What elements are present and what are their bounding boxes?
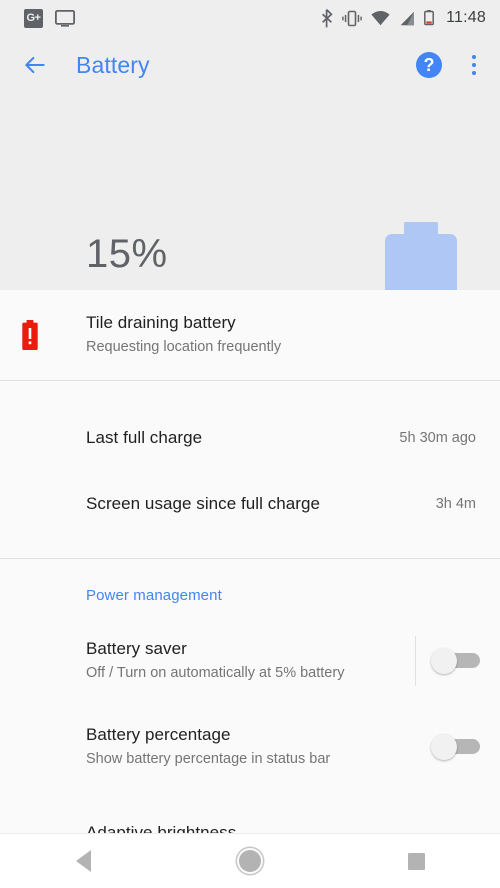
phone-screen: G+ 11:48 Battery ? 15% Tile draining bat…: [0, 0, 500, 888]
battery-alert-row[interactable]: Tile draining battery Requesting locatio…: [0, 290, 500, 380]
nav-back-icon[interactable]: [51, 841, 115, 881]
adaptive-brightness-row[interactable]: Adaptive brightness: [0, 790, 500, 834]
back-arrow-icon[interactable]: [22, 52, 48, 78]
navigation-bar: [0, 833, 500, 888]
status-bar-notification-icons: G+: [24, 8, 75, 28]
last-full-charge-value: 5h 30m ago: [399, 430, 476, 446]
last-full-charge-title: Last full charge: [86, 428, 203, 447]
battery-saver-title: Battery saver: [86, 638, 187, 658]
nav-home-icon[interactable]: [218, 841, 282, 881]
settings-list[interactable]: Tile draining battery Requesting locatio…: [0, 290, 500, 834]
battery-saver-row[interactable]: Battery saver Off / Turn on automaticall…: [0, 618, 500, 704]
divider: [0, 380, 500, 381]
cast-screen-icon: [55, 9, 75, 27]
battery-saver-toggle[interactable]: [430, 644, 482, 678]
screen-usage-text: Screen usage since full charge: [86, 494, 424, 514]
vibrate-icon: [342, 10, 362, 26]
app-bar: Battery ?: [0, 36, 500, 94]
screen-usage-row[interactable]: Screen usage since full charge 3h 4m: [0, 471, 500, 537]
cell-signal-icon: [400, 11, 415, 25]
help-icon[interactable]: ?: [416, 52, 442, 78]
vertical-divider: [415, 636, 416, 686]
app-bar-actions: ?: [416, 52, 484, 78]
wifi-icon: [371, 10, 390, 25]
battery-percentage-row[interactable]: Battery percentage Show battery percenta…: [0, 704, 500, 790]
battery-percentage-title: Battery percentage: [86, 724, 231, 744]
battery-percentage-toggle[interactable]: [430, 730, 482, 764]
battery-percent-text: 15%: [86, 232, 168, 276]
status-bar-clock: 11:48: [446, 9, 486, 26]
battery-alert-subtitle: Requesting location frequently: [86, 338, 282, 355]
status-bar: G+ 11:48: [0, 0, 500, 36]
last-full-charge-text: Last full charge: [86, 428, 387, 448]
battery-percentage-subtitle: Show battery percentage in status bar: [86, 750, 331, 767]
gplus-notification-icon: G+: [24, 8, 43, 28]
battery-alert-text: Tile draining battery Requesting locatio…: [86, 313, 476, 358]
nav-recents-icon[interactable]: [385, 841, 449, 881]
screen-usage-value: 3h 4m: [435, 496, 476, 512]
battery-alert-icon: [22, 320, 38, 350]
battery-summary-header: 15% About 54m left based on your usage: [0, 94, 500, 341]
battery-saver-text: Battery saver Off / Turn on automaticall…: [86, 639, 399, 684]
power-management-header: Power management: [86, 587, 222, 604]
page-title: Battery: [76, 51, 150, 78]
more-vert-icon[interactable]: [464, 52, 484, 78]
battery-saver-subtitle: Off / Turn on automatically at 5% batter…: [86, 664, 345, 681]
screen-usage-title: Screen usage since full charge: [86, 494, 320, 513]
last-full-charge-row[interactable]: Last full charge 5h 30m ago: [0, 405, 500, 471]
battery-low-icon: [424, 10, 435, 26]
battery-alert-title: Tile draining battery: [86, 312, 236, 332]
battery-percentage-text: Battery percentage Show battery percenta…: [86, 725, 416, 770]
status-bar-system-icons: 11:48: [321, 8, 486, 28]
bluetooth-icon: [322, 8, 333, 27]
